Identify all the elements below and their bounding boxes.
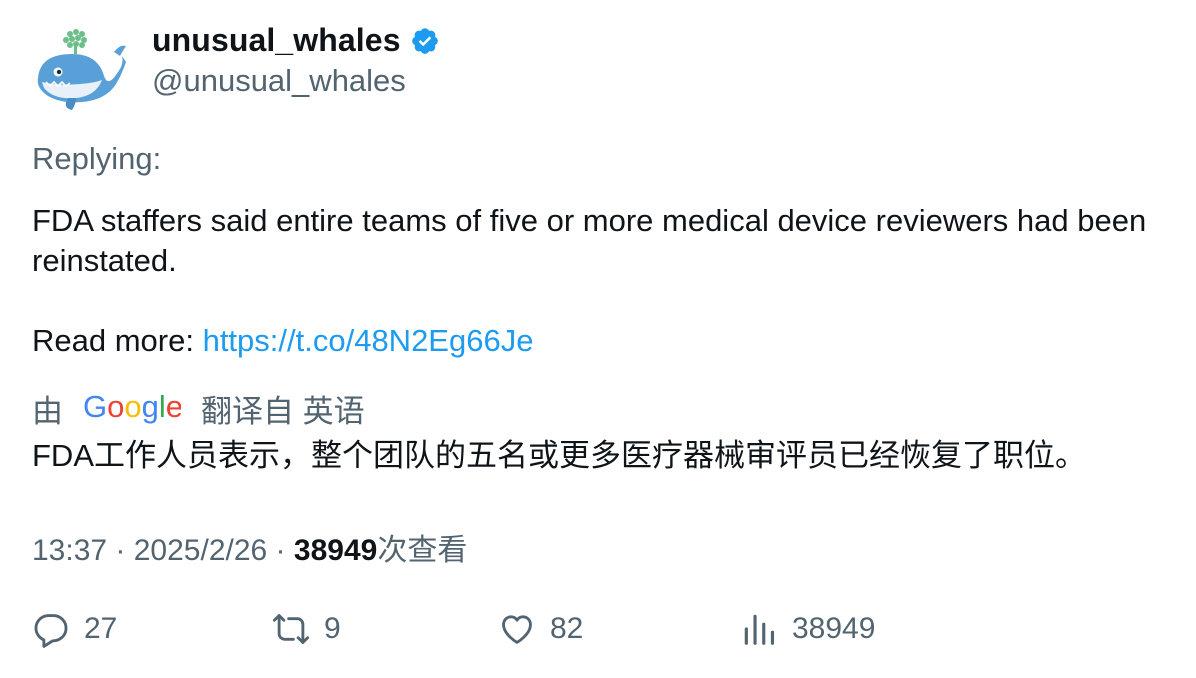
- translated-text: FDA工作人员表示，整个团队的五名或更多医疗器械审评员已经恢复了职位。: [32, 438, 1086, 473]
- author-display-name[interactable]: unusual_whales: [152, 22, 401, 59]
- google-logo-icon[interactable]: Google: [83, 389, 183, 425]
- tweet-time[interactable]: 13:37: [32, 534, 107, 567]
- like-button[interactable]: 82: [498, 610, 583, 648]
- views-count: 38949: [293, 534, 378, 567]
- reply-icon: [32, 610, 70, 648]
- read-more-line: Read more: https://t.co/48N2Eg66Je: [32, 321, 533, 361]
- views-count-action: 38949: [792, 612, 876, 645]
- verified-badge-icon: [410, 26, 440, 56]
- retweet-button[interactable]: 9: [272, 610, 341, 648]
- retweet-count: 9: [324, 612, 341, 645]
- author-name-row[interactable]: unusual_whales: [152, 22, 440, 59]
- meta-separator: ·: [107, 534, 134, 567]
- translation-attribution: 由 Google 翻译自 英语: [32, 386, 365, 430]
- tweet-meta: 13:37 · 2025/2/26 · 38949次查看: [32, 525, 467, 569]
- translation-suffix[interactable]: 翻译自 英语: [201, 386, 365, 431]
- reply-count: 27: [84, 612, 118, 645]
- replying-label: Replying:: [32, 141, 162, 176]
- read-more-label: Read more:: [32, 323, 203, 358]
- meta-separator: ·: [267, 534, 294, 567]
- heart-icon: [498, 610, 536, 648]
- views-button[interactable]: 38949: [740, 610, 875, 648]
- reply-button[interactable]: 27: [32, 610, 117, 648]
- author-handle[interactable]: @unusual_whales: [152, 63, 406, 99]
- tweet-body: FDA staffers said entire teams of five o…: [32, 203, 1147, 278]
- translation-prefix: 由: [32, 393, 63, 429]
- tweet-link[interactable]: https://t.co/48N2Eg66Je: [203, 323, 534, 358]
- retweet-icon: [272, 610, 310, 648]
- tweet-date[interactable]: 2025/2/26: [134, 534, 267, 567]
- svg-text:Google: Google: [83, 391, 181, 424]
- bar-chart-icon: [740, 610, 778, 648]
- views-label: 次查看: [377, 534, 468, 567]
- like-count: 82: [550, 612, 584, 645]
- tweet-card: unusual_whales @unusual_whales Replying:…: [0, 0, 1196, 678]
- whale-avatar-icon[interactable]: [32, 26, 126, 112]
